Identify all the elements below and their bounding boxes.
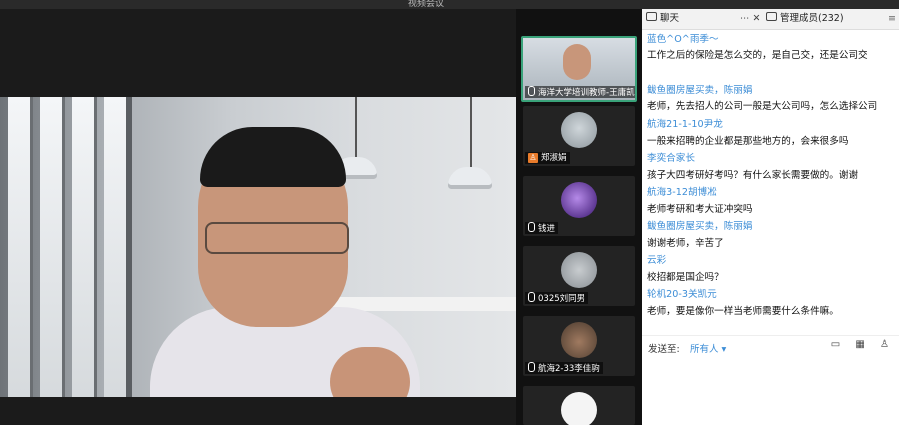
lamp-cord [470,97,472,167]
tab-members[interactable]: 管理成员(232) [766,12,844,26]
message-text: 谢谢老师，辛苦了 [647,238,724,249]
speaker-video [0,97,516,397]
chat-tabs: 聊天 ⋯ ✕ 管理成员(232) ≡ [642,9,899,30]
window-title: 视频会议 [408,0,445,9]
message-text: 校招都是国企吗？ [647,272,724,283]
avatar [561,252,597,288]
menu-icon[interactable]: ≡ [888,12,896,26]
send-label: 发送至: [648,344,680,355]
window-pane [8,97,33,397]
message-sender: 航海3-12胡博凇 [647,187,717,198]
speaker-glasses [205,222,349,254]
avatar [563,44,591,80]
speaker-hair [200,127,346,187]
message-text: 工作之后的保险是怎么交的，是自己交，还是公司交 [647,50,868,61]
window-pane [104,97,132,397]
chat-panel: 聊天 ⋯ ✕ 管理成员(232) ≡ 蓝色^O^雨季～ 工作之后的保险是怎么交的… [642,9,899,425]
send-bar: 发送至: 所有人 ▾ ▭ ▦ ♙ [642,335,899,356]
participant-name: 航海2-33李佳驹 [525,362,603,374]
participant-tile[interactable]: 0325刘同男 [523,246,635,306]
microphone-icon [528,86,535,96]
message-sender: 鲅鱼圈房屋买卖，陈丽娟 [647,85,753,96]
message-text: 老师，先去招人的公司一般是大公司吗，怎么选择公司 [647,101,878,112]
ceiling-lamp [448,167,492,189]
participant-name: 海洋大学培训教师-王庸凯 [525,86,635,98]
lamp-cord [355,97,357,157]
message-text: 老师，要是像你一样当老师需要什么条件嘛。 [647,306,839,317]
members-icon [766,12,777,21]
participant-tile[interactable]: 海洋大学培训教师-王庸凯 [521,36,637,102]
microphone-icon [528,222,535,232]
message-text: 老师考研和考大证冲突吗 [647,204,753,215]
participant-tile[interactable]: 钱进 [523,176,635,236]
message-text: 一般来招聘的企业都是那些地方的，会来很多吗 [647,136,849,147]
user-icon: ♙ [528,153,538,163]
participant-tile[interactable] [523,386,635,425]
avatar [561,182,597,218]
title-bar: 视频会议 [0,0,899,9]
microphone-icon [528,292,535,302]
avatar [561,322,597,358]
message-sender: 轮机20-3关凯元 [647,289,717,300]
message-sender: 航海21-1-10尹龙 [647,119,723,130]
window-pane [40,97,65,397]
tab-chat[interactable]: 聊天 [646,12,679,26]
send-target-dropdown[interactable]: 所有人 ▾ [690,341,726,355]
avatar [561,112,597,148]
message-sender: 云彩 [647,255,667,266]
message-text: 孩子大四考研好考吗？有什么家长需要做的。谢谢 [647,170,859,181]
participant-tile[interactable]: ♙ 郑淑娟 [523,106,635,166]
avatar [561,392,597,425]
participant-tiles[interactable]: 海洋大学培训教师-王庸凯 ♙ 郑淑娟 钱进 0325刘同男 航海2-33李佳驹 [516,9,642,425]
message-sender: 鲅鱼圈房屋买卖，陈丽娟 [647,221,753,232]
message-sender: 李奕合家长 [647,153,695,164]
send-tools-icons[interactable]: ▭ ▦ ♙ [831,339,895,350]
participant-tile[interactable]: 航海2-33李佳驹 [523,316,635,376]
chat-icon [646,12,657,21]
participant-name: 钱进 [525,222,559,234]
message-sender: 蓝色^O^雨季～ [647,34,719,45]
participant-name: 0325刘同男 [525,292,589,304]
window-pane [72,97,97,397]
tab-close-button[interactable]: ⋯ ✕ [740,12,760,26]
participant-name: ♙ 郑淑娟 [525,152,570,164]
main-video-area [0,9,516,425]
microphone-icon [528,362,535,372]
